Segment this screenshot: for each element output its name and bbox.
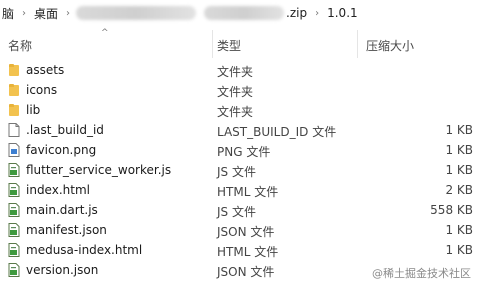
file-type: JS 文件: [217, 165, 256, 179]
file-size: 1 KB: [445, 243, 473, 257]
file-type: JS 文件: [217, 205, 256, 219]
folder-icon: [8, 63, 20, 77]
chevron-right-icon[interactable]: ›: [60, 8, 76, 19]
watermark: @稀土掘金技术社区: [372, 267, 471, 280]
image-file-icon: [8, 143, 20, 157]
breadcrumb-item-computer[interactable]: 脑: [0, 5, 16, 22]
script-file-icon: [8, 223, 20, 237]
file-row[interactable]: icons 文件夹: [0, 80, 479, 100]
folder-icon: [8, 83, 20, 97]
file-name: favicon.png: [26, 143, 97, 157]
folder-icon: [8, 103, 20, 117]
file-row[interactable]: assets 文件夹: [0, 60, 479, 80]
script-file-icon: [8, 183, 20, 197]
breadcrumb-item-desktop[interactable]: 桌面: [32, 5, 60, 22]
file-name: medusa-index.html: [26, 243, 143, 257]
file-type: 文件夹: [217, 65, 254, 79]
file-size: 1 KB: [445, 123, 473, 137]
sort-ascending-icon: ^: [101, 28, 109, 38]
file-row[interactable]: lib 文件夹: [0, 100, 479, 120]
file-type: 文件夹: [217, 85, 254, 99]
file-type: 文件夹: [217, 105, 254, 119]
file-type: PNG 文件: [217, 145, 271, 159]
file-list: assets 文件夹 icons 文件夹 lib 文件夹 .last_build_id LAS…: [0, 60, 479, 280]
file-name: .last_build_id: [26, 123, 104, 137]
file-type: HTML 文件: [217, 245, 279, 259]
file-name: lib: [26, 103, 41, 117]
script-file-icon: [8, 263, 20, 277]
file-type: JSON 文件: [217, 265, 275, 279]
column-type[interactable]: 类型: [217, 37, 241, 54]
script-file-icon: [8, 243, 20, 257]
file-size: 1 KB: [445, 163, 473, 177]
breadcrumb-item-zip[interactable]: .zip: [284, 6, 309, 20]
file-row[interactable]: flutter_service_worker.js JS 文件 1 KB: [0, 160, 479, 180]
file-name: index.html: [26, 183, 90, 197]
file-row[interactable]: .last_build_id LAST_BUILD_ID 文件 1 KB: [0, 120, 479, 140]
file-type: HTML 文件: [217, 185, 279, 199]
file-name: assets: [26, 63, 65, 77]
redacted-zip-name: [204, 6, 285, 20]
redacted-folder-name: [76, 6, 197, 20]
file-row[interactable]: manifest.json JSON 文件 1 KB: [0, 220, 479, 240]
file-name: icons: [26, 83, 58, 97]
script-file-icon: [8, 163, 20, 177]
file-size: 2 KB: [445, 183, 473, 197]
file-type: JSON 文件: [217, 225, 275, 239]
column-name[interactable]: 名称: [8, 37, 32, 54]
file-name: main.dart.js: [26, 203, 98, 217]
column-size[interactable]: 压缩大小: [366, 37, 414, 54]
breadcrumb: 脑 › 桌面 › .zip › 1.0.1: [0, 0, 479, 26]
file-row[interactable]: main.dart.js JS 文件 558 KB: [0, 200, 479, 220]
file-size: 1 KB: [445, 143, 473, 157]
file-size: 558 KB: [430, 203, 473, 217]
chevron-right-icon[interactable]: ›: [16, 8, 32, 19]
file-name: manifest.json: [26, 223, 107, 237]
file-row[interactable]: favicon.png PNG 文件 1 KB: [0, 140, 479, 160]
breadcrumb-item-version[interactable]: 1.0.1: [325, 6, 360, 20]
script-file-icon: [8, 203, 20, 217]
column-header: ^ 名称 类型 压缩大小: [0, 26, 479, 60]
file-icon: [8, 123, 20, 137]
file-name: flutter_service_worker.js: [26, 163, 172, 177]
chevron-right-icon[interactable]: ›: [309, 8, 325, 19]
file-size: 1 KB: [445, 223, 473, 237]
column-divider[interactable]: [212, 30, 213, 58]
file-type: LAST_BUILD_ID 文件: [217, 125, 337, 139]
file-row[interactable]: medusa-index.html HTML 文件 1 KB: [0, 240, 479, 260]
column-divider[interactable]: [357, 30, 358, 58]
file-row[interactable]: index.html HTML 文件 2 KB: [0, 180, 479, 200]
file-name: version.json: [26, 263, 99, 277]
